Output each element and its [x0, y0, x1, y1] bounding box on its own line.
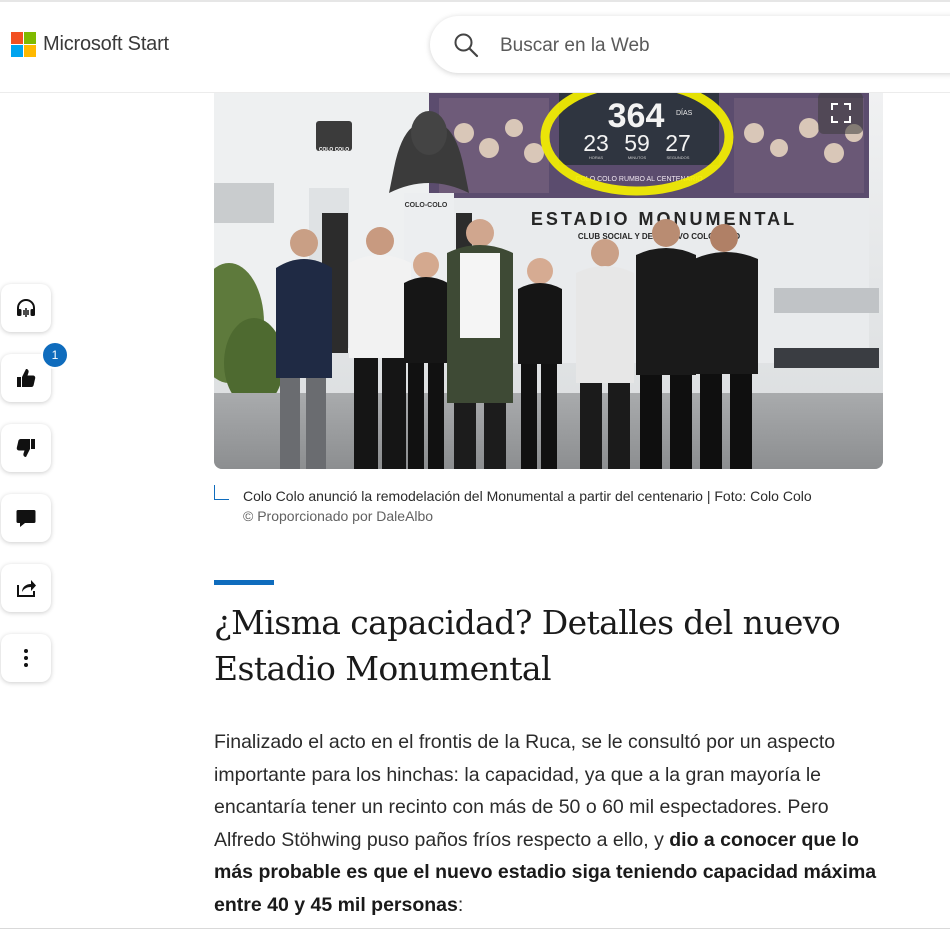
caption-credit: © Proporcionado por DaleAlbo [243, 508, 434, 524]
clock-days-label: DÍAS [676, 108, 693, 117]
top-header: Microsoft Start [0, 0, 950, 93]
thumbs-down-icon [16, 439, 35, 457]
share-button[interactable] [1, 564, 51, 612]
caption-corner-icon [214, 485, 229, 500]
more-options-button[interactable] [1, 634, 51, 682]
comment-button[interactable] [1, 494, 51, 542]
statue-plaque: COLO-COLO [405, 202, 448, 209]
clock-minutes: 59 [624, 130, 650, 156]
article-paragraph: Finalizado el acto en el frontis de la R… [214, 726, 894, 921]
expand-icon [830, 103, 851, 123]
section-accent-bar [214, 580, 274, 585]
clock-seconds: 27 [665, 130, 691, 156]
share-icon [17, 580, 36, 597]
caption-text: Colo Colo anunció la remodelación del Mo… [243, 488, 812, 504]
dislike-button[interactable] [1, 424, 51, 472]
thumbs-up-icon [17, 369, 36, 387]
search-box[interactable] [430, 16, 950, 73]
article-photo[interactable]: 364 DÍAS 23 59 27 HORAS MINUTOS SEGUNDOS… [214, 93, 883, 469]
crest-text: COLO COLO [319, 147, 349, 153]
stadium-photo-illustration: 364 DÍAS 23 59 27 HORAS MINUTOS SEGUNDOS… [214, 93, 883, 469]
expand-image-button[interactable] [818, 92, 863, 134]
search-icon[interactable] [453, 32, 479, 58]
paragraph-end: : [457, 893, 464, 916]
more-icon [24, 649, 28, 667]
like-count-badge: 1 [41, 341, 69, 369]
header-topline [0, 0, 950, 2]
brand-name: Microsoft Start [43, 33, 169, 55]
brand-logo[interactable]: Microsoft Start [11, 32, 169, 57]
headphones-icon [17, 299, 35, 317]
bottom-divider [0, 928, 950, 929]
listen-button[interactable] [1, 284, 51, 332]
clock-seconds-label: SEGUNDOS [667, 155, 690, 160]
comment-icon [16, 510, 36, 527]
clock-hours: 23 [583, 130, 609, 156]
search-input[interactable] [498, 30, 922, 62]
clock-minutes-label: MINUTOS [628, 155, 647, 160]
clock-hours-label: HORAS [589, 155, 604, 160]
microsoft-logo-icon [11, 32, 36, 57]
section-heading: ¿Misma capacidad? Detalles del nuevo Est… [214, 603, 841, 688]
image-caption: Colo Colo anunció la remodelación del Mo… [243, 486, 883, 526]
